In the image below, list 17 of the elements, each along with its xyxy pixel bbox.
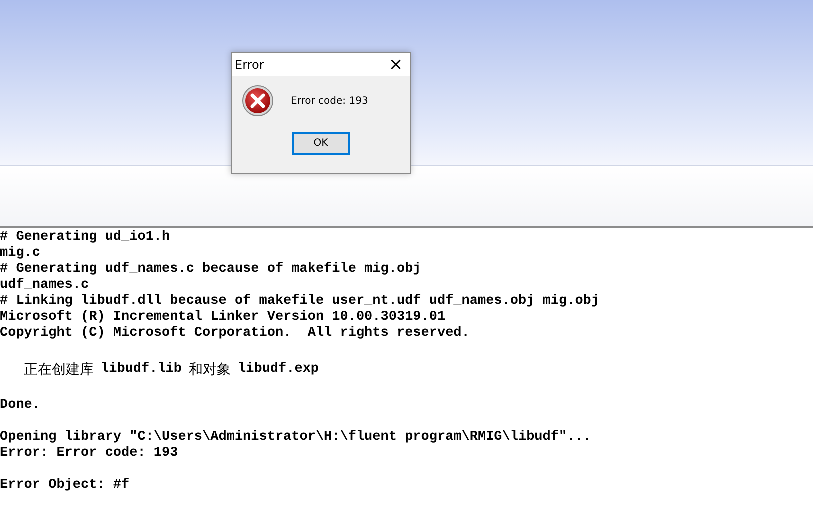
error-icon: [242, 85, 274, 117]
console-line: udf_names.c: [0, 278, 90, 294]
ok-button[interactable]: OK: [292, 132, 350, 155]
console-line: Copyright (C) Microsoft Corporation. All rights reserved.: [0, 326, 470, 342]
console-line: Microsoft (R) Incremental Linker Version 10.00.30319.01: [0, 310, 446, 326]
console-line: 正在创建库 libudf.lib 和对象 libudf.exp: [23, 361, 320, 380]
console-line: # Generating ud_io1.h: [0, 230, 170, 246]
console-line: # Linking libudf.dll because of makefile user_nt.udf udf_names.obj mig.obj: [0, 294, 600, 310]
error-message: Error code: 193: [291, 96, 368, 106]
console-line: Done.: [0, 398, 41, 414]
console-line: mig.c: [0, 246, 41, 262]
console-line: Error Object: #f: [0, 478, 130, 494]
console-line: Error: Error code: 193: [0, 446, 178, 462]
console-line: Opening library "C:\Users\Administrator\H:\fluent program\RMIG\libudf"...: [0, 430, 592, 446]
console-line: # Generating udf_names.c because of makefile mig.obj: [0, 262, 422, 278]
close-button[interactable]: ×: [382, 53, 410, 76]
dialog-title: Error: [235, 58, 264, 72]
